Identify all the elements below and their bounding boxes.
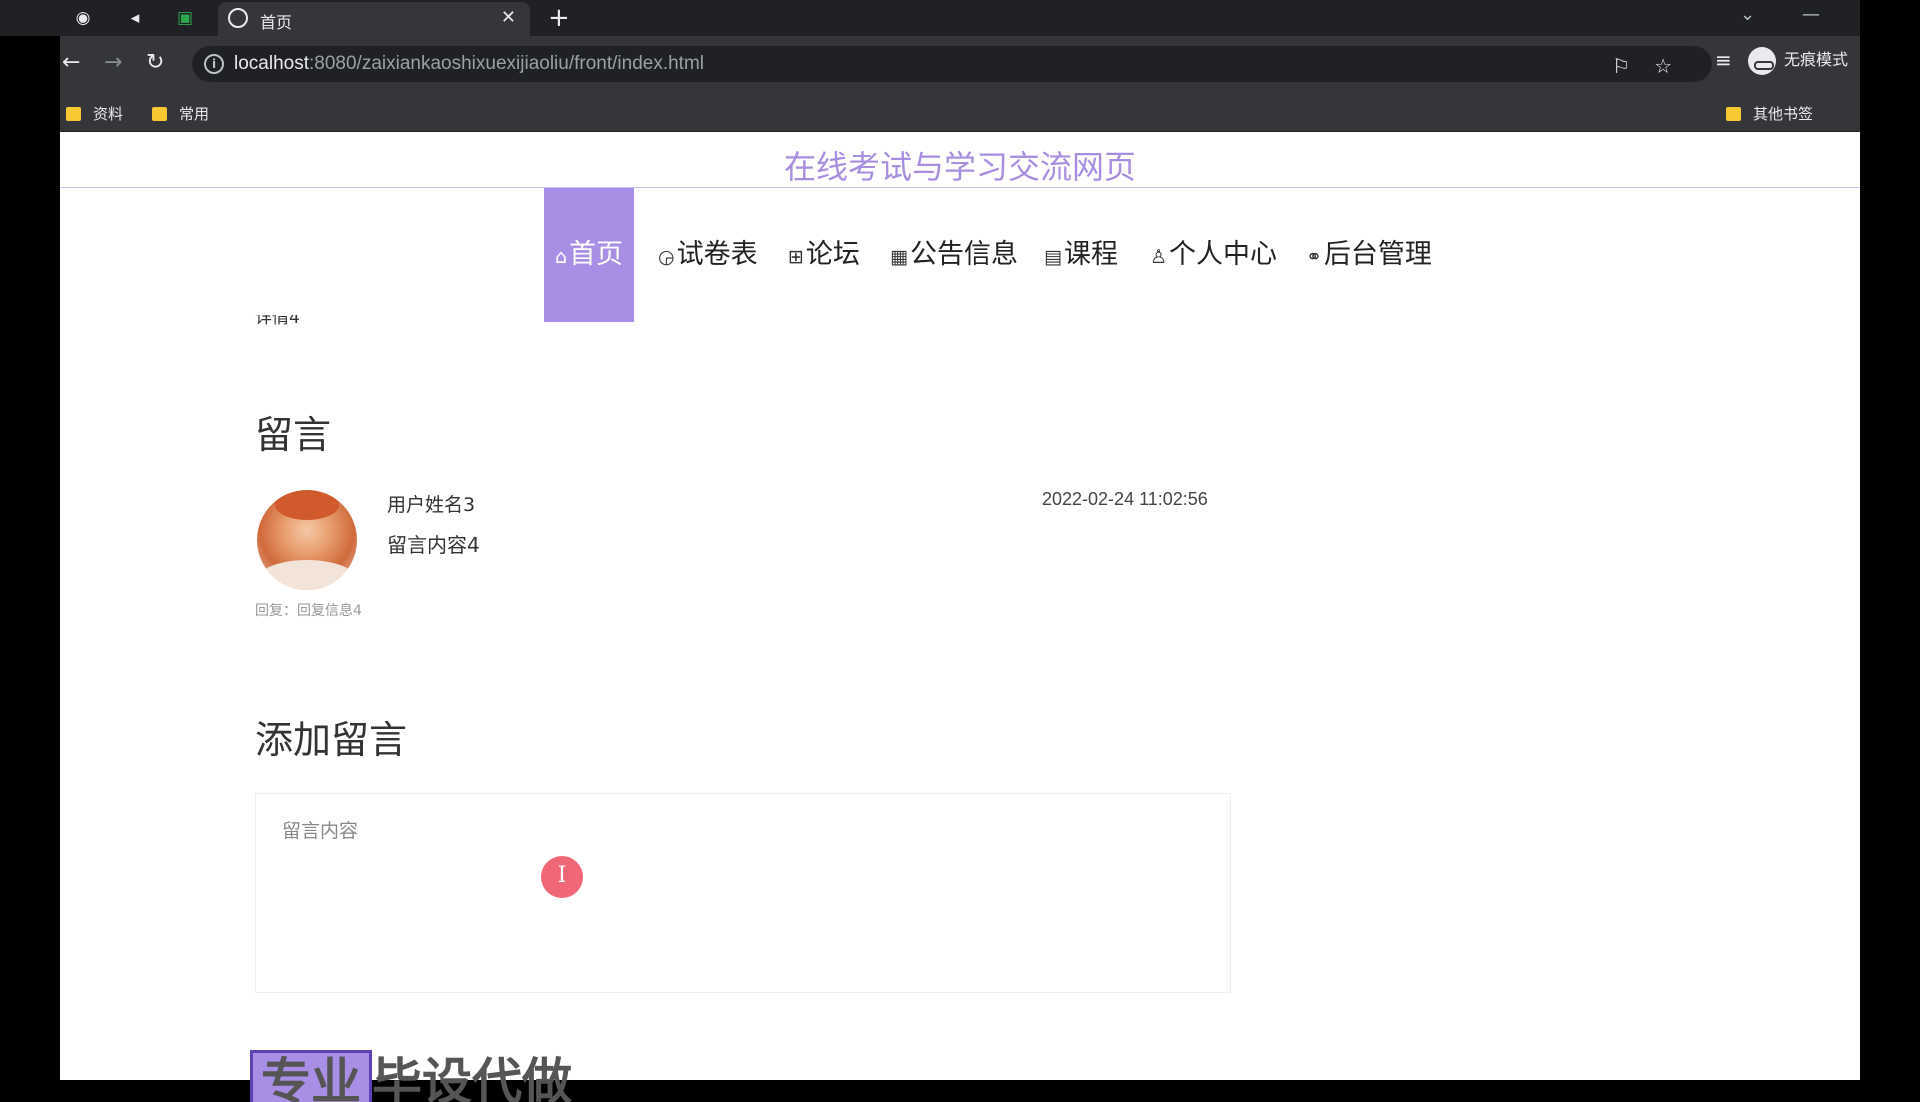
site-info-icon[interactable]: i: [204, 54, 224, 74]
comment-username: 用户姓名3: [387, 494, 476, 516]
tab-search-icon[interactable]: ⌄: [1740, 4, 1755, 25]
site-title: 在线考试与学习交流网页: [60, 132, 1860, 188]
folder-icon: [66, 107, 81, 121]
avatar: [257, 490, 357, 590]
nav-personal-center[interactable]: ♙个人中心: [1150, 188, 1277, 322]
mute-icon[interactable]: ◂: [124, 7, 146, 29]
bookmark-star-icon[interactable]: ☆: [1654, 54, 1672, 78]
promo-text: 毕设代做: [372, 1053, 572, 1102]
tab-title: 首页: [260, 13, 293, 32]
comment-content: 留言内容4: [387, 533, 480, 557]
text-cursor-icon: I: [541, 856, 583, 898]
sheets-tab-icon[interactable]: ▣: [174, 7, 196, 29]
nav-forum[interactable]: ⊞论坛: [788, 188, 860, 322]
comment-textarea[interactable]: [255, 793, 1231, 993]
comment-reply: 回复：回复信息4: [255, 603, 362, 619]
nav-exam-papers[interactable]: ◶试卷表: [658, 188, 758, 322]
reading-list-icon[interactable]: ≡: [1715, 48, 1732, 72]
nav-announcements[interactable]: ▦公告信息: [890, 188, 1018, 322]
minimize-icon[interactable]: —: [1802, 4, 1820, 25]
url-text[interactable]: localhost:8080/zaixiankaoshixuexijiaoliu…: [234, 53, 704, 75]
folder-icon: [1726, 107, 1741, 121]
page: 在线考试与学习交流网页 ⌂首页 ◶试卷表 ⊞论坛 ▦公告信息 ▤课程 ♙个人中心…: [60, 132, 1860, 1102]
incognito-icon: [1747, 46, 1776, 75]
folder-icon: [152, 107, 167, 121]
main-nav: ⌂首页 ◶试卷表 ⊞论坛 ▦公告信息 ▤课程 ♙个人中心 ⚭后台管理: [60, 188, 1860, 322]
promo-banner: 专业 毕设代做: [250, 1042, 572, 1102]
promo-highlight: 专业: [250, 1050, 372, 1102]
comment-time: 2022-02-24 11:02:56: [1042, 489, 1208, 509]
bookmark-folder-other[interactable]: 其他书签: [1726, 103, 1813, 124]
user-icon: ♙: [1150, 246, 1168, 268]
browser-toolbar: ← → ↻ i localhost:8080/zaixiankaoshixuex…: [60, 36, 1860, 92]
partial-detail-text: 详情4: [255, 315, 300, 325]
nav-courses[interactable]: ▤课程: [1044, 188, 1118, 322]
back-icon[interactable]: ←: [62, 50, 80, 75]
news-icon: ▦: [890, 246, 908, 268]
nav-home[interactable]: ⌂首页: [544, 188, 634, 322]
forward-icon[interactable]: →: [104, 50, 122, 75]
tab-strip: ◉ ◂ ▣ 首页 ✕ + ⌄ —: [0, 0, 1860, 36]
left-border: [0, 0, 60, 1080]
clock-icon: ◶: [658, 246, 675, 268]
grid-icon: ⊞: [788, 246, 804, 268]
document-icon: ▤: [1044, 246, 1062, 268]
bookmark-folder-changyong[interactable]: 常用: [152, 103, 209, 124]
chrome-icon[interactable]: ◉: [72, 7, 94, 29]
right-border: [1860, 0, 1920, 1080]
new-tab-button[interactable]: +: [548, 3, 570, 33]
blocked-icon[interactable]: ⚐: [1612, 54, 1630, 78]
globe-icon: [228, 8, 248, 28]
address-bar[interactable]: i localhost:8080/zaixiankaoshixuexijiaol…: [192, 46, 1712, 82]
active-tab[interactable]: 首页 ✕: [218, 2, 530, 36]
close-tab-icon[interactable]: ✕: [501, 7, 516, 28]
home-icon: ⌂: [554, 246, 568, 268]
comments-heading: 留言: [255, 413, 332, 457]
reload-icon[interactable]: ↻: [146, 50, 164, 75]
incognito-indicator[interactable]: 无痕模式: [1747, 46, 1848, 75]
bookmark-folder-ziliao[interactable]: 资料: [66, 103, 123, 124]
bookmarks-bar: 资料 常用 其他书签: [60, 92, 1860, 132]
link-icon: ⚭: [1306, 246, 1322, 268]
nav-admin[interactable]: ⚭后台管理: [1306, 188, 1432, 322]
add-comment-heading: 添加留言: [255, 718, 408, 762]
